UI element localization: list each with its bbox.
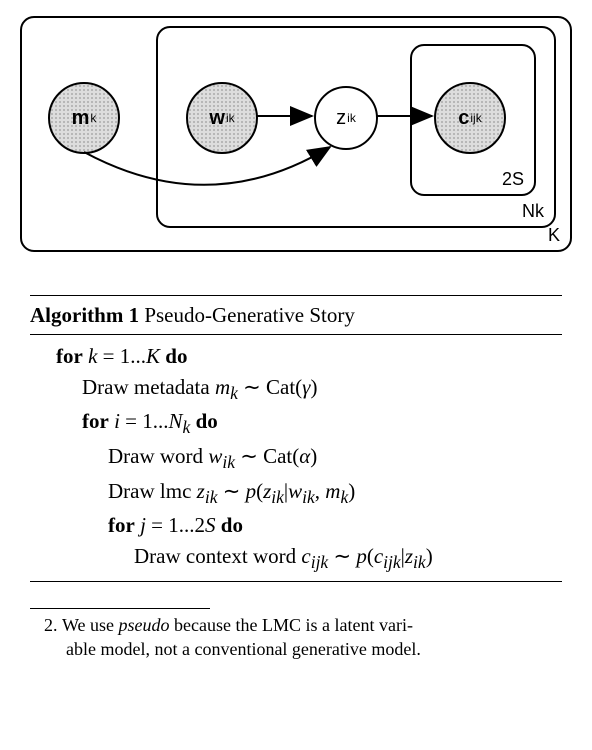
algo-rule-top bbox=[30, 295, 562, 296]
node-z: zik bbox=[314, 86, 378, 150]
plate-Nk-label: Nk bbox=[522, 201, 544, 222]
algo-line-draw-c: Draw context word cijk ∼ p(cijk|zik) bbox=[30, 541, 562, 576]
node-c: cijk bbox=[434, 82, 506, 154]
node-m: mk bbox=[48, 82, 120, 154]
algo-line-draw-m: Draw metadata mk ∼ Cat(γ) bbox=[30, 372, 562, 407]
algo-line-for-k: for k = 1...K do bbox=[30, 341, 562, 371]
algo-body: for k = 1...K do Draw metadata mk ∼ Cat(… bbox=[30, 337, 562, 579]
footnote-rule bbox=[30, 608, 210, 609]
algo-line-for-j: for j = 1...2S do bbox=[30, 510, 562, 540]
algo-line-draw-z: Draw lmc zik ∼ p(zik|wik, mk) bbox=[30, 476, 562, 511]
footnote: 2. We use pseudo because the LMC is a la… bbox=[30, 613, 562, 662]
algo-rule-bottom bbox=[30, 581, 562, 582]
algo-rule-mid bbox=[30, 334, 562, 335]
algo-title: Algorithm 1 Pseudo-Generative Story bbox=[30, 298, 562, 332]
algorithm-block: Algorithm 1 Pseudo-Generative Story for … bbox=[30, 295, 562, 582]
plate-K-label: K bbox=[548, 225, 560, 246]
algo-line-draw-w: Draw word wik ∼ Cat(α) bbox=[30, 441, 562, 476]
plate-diagram: K Nk 2S mk wik zik cijk bbox=[20, 10, 572, 255]
node-w: wik bbox=[186, 82, 258, 154]
plate-2S-label: 2S bbox=[502, 169, 524, 190]
algo-line-for-i: for i = 1...Nk do bbox=[30, 406, 562, 441]
